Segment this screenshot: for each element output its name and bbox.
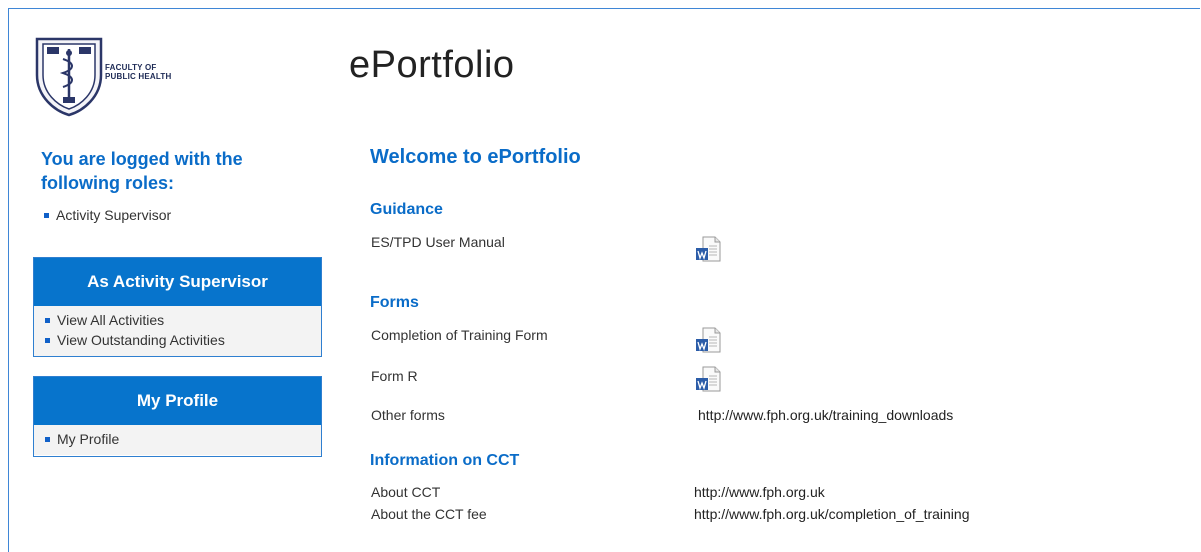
- welcome-heading: Welcome to ePortfolio: [370, 146, 581, 168]
- app-title: ePortfolio: [349, 44, 515, 86]
- role-item: Activity Supervisor: [41, 205, 171, 225]
- panel-title: As Activity Supervisor: [34, 258, 321, 306]
- roles-list: Activity Supervisor: [41, 205, 171, 225]
- view-outstanding-activities-link[interactable]: View Outstanding Activities: [42, 330, 321, 350]
- my-profile-link[interactable]: My Profile: [42, 429, 321, 449]
- row-label: About CCT: [371, 484, 441, 500]
- logo-text: FACULTY OF PUBLIC HEALTH: [105, 63, 171, 81]
- section-guidance-title: Guidance: [370, 201, 443, 218]
- roles-heading: You are logged with the following roles:: [41, 149, 243, 193]
- fph-home-link[interactable]: http://www.fph.org.uk: [694, 484, 825, 500]
- logo-text-line2: PUBLIC HEALTH: [105, 72, 172, 81]
- logo-text-line1: FACULTY OF: [105, 63, 157, 72]
- completion-of-training-link[interactable]: http://www.fph.org.uk/completion_of_trai…: [694, 506, 970, 522]
- word-document-icon[interactable]: [695, 327, 721, 353]
- row-label: Form R: [371, 368, 418, 384]
- view-all-activities-link[interactable]: View All Activities: [42, 310, 321, 330]
- my-profile-panel: My Profile My Profile: [33, 376, 322, 457]
- row-label: Other forms: [371, 407, 445, 423]
- row-label: ES/TPD User Manual: [371, 234, 505, 250]
- crest-icon: [35, 37, 103, 117]
- word-document-icon[interactable]: [695, 366, 721, 392]
- activity-supervisor-panel: As Activity Supervisor View All Activiti…: [33, 257, 322, 357]
- section-forms-title: Forms: [370, 294, 419, 311]
- section-cct-title: Information on CCT: [370, 452, 520, 469]
- panel-title: My Profile: [34, 377, 321, 425]
- training-downloads-link[interactable]: http://www.fph.org.uk/training_downloads: [698, 407, 953, 423]
- word-document-icon[interactable]: [695, 236, 721, 262]
- faculty-logo[interactable]: FACULTY OF PUBLIC HEALTH: [33, 35, 203, 117]
- row-label: Completion of Training Form: [371, 327, 548, 343]
- row-label: About the CCT fee: [371, 506, 487, 522]
